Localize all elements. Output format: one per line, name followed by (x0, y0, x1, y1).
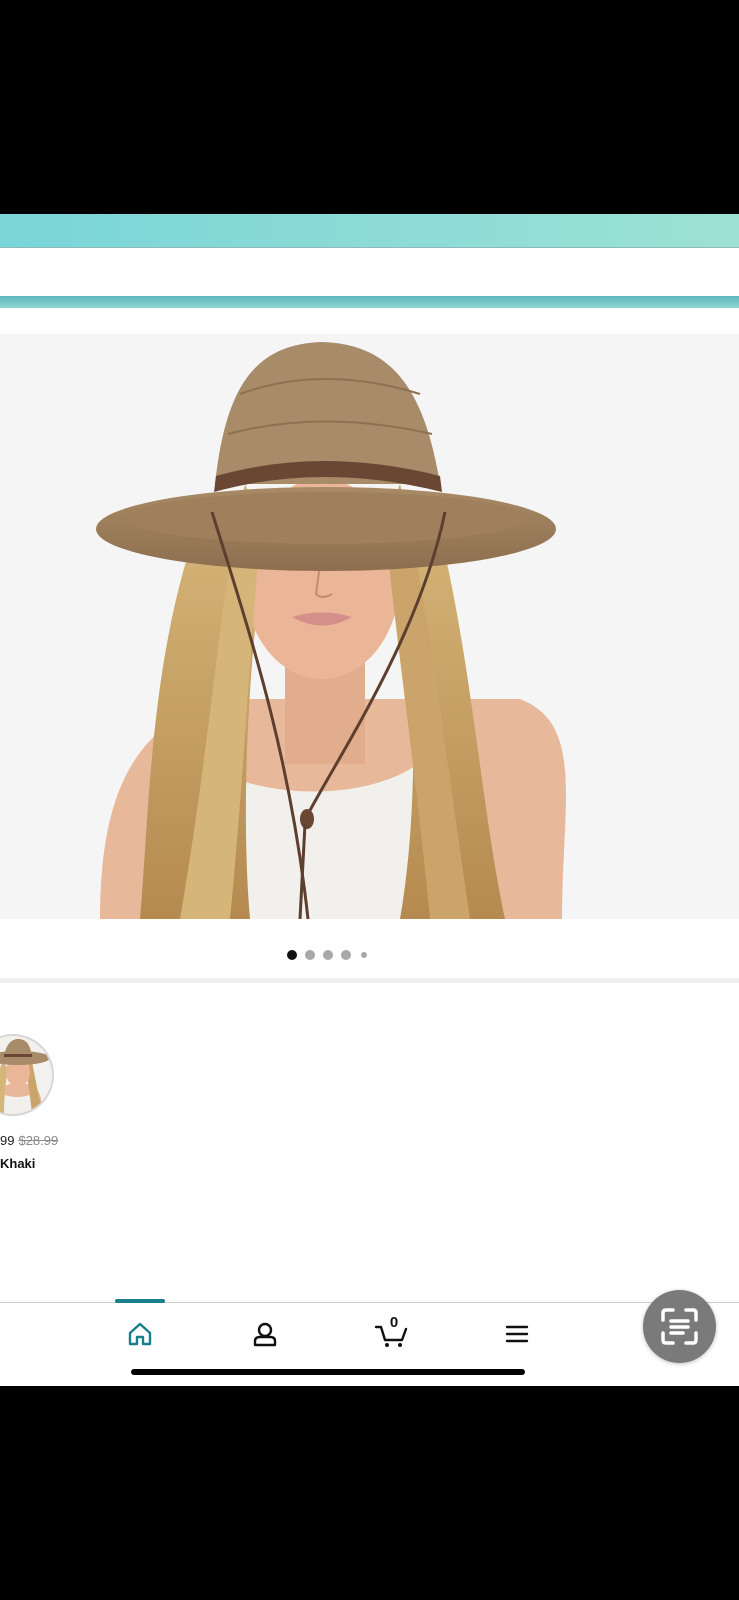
carousel-dot[interactable] (361, 952, 367, 958)
section-divider (0, 978, 739, 983)
home-indicator (131, 1369, 525, 1375)
variant-price: 99 $28.99 (0, 1133, 58, 1148)
variant-original-price: $28.99 (18, 1133, 59, 1148)
carousel-dot[interactable] (341, 950, 351, 960)
home-icon[interactable] (125, 1319, 155, 1349)
scan-icon (661, 1308, 698, 1345)
carousel-dot[interactable] (305, 950, 315, 960)
variant-current-price: 99 (0, 1133, 15, 1148)
carousel-dot[interactable] (287, 950, 297, 960)
scan-button[interactable] (643, 1290, 716, 1363)
carousel-dot[interactable] (323, 950, 333, 960)
app-screen: 99 $28.99 Khaki 0 (0, 214, 739, 1386)
header-bar (0, 214, 739, 247)
account-icon[interactable] (250, 1319, 280, 1349)
variant-name: Khaki (0, 1156, 36, 1171)
carousel-indicator[interactable] (0, 948, 739, 962)
search-bar[interactable] (0, 247, 739, 298)
product-image[interactable] (0, 334, 739, 919)
active-tab-indicator (115, 1299, 165, 1303)
variant-swatch[interactable] (0, 1034, 54, 1116)
cart-icon[interactable] (374, 1319, 408, 1349)
header-shadow-bar (0, 296, 739, 308)
menu-icon[interactable] (502, 1319, 532, 1349)
